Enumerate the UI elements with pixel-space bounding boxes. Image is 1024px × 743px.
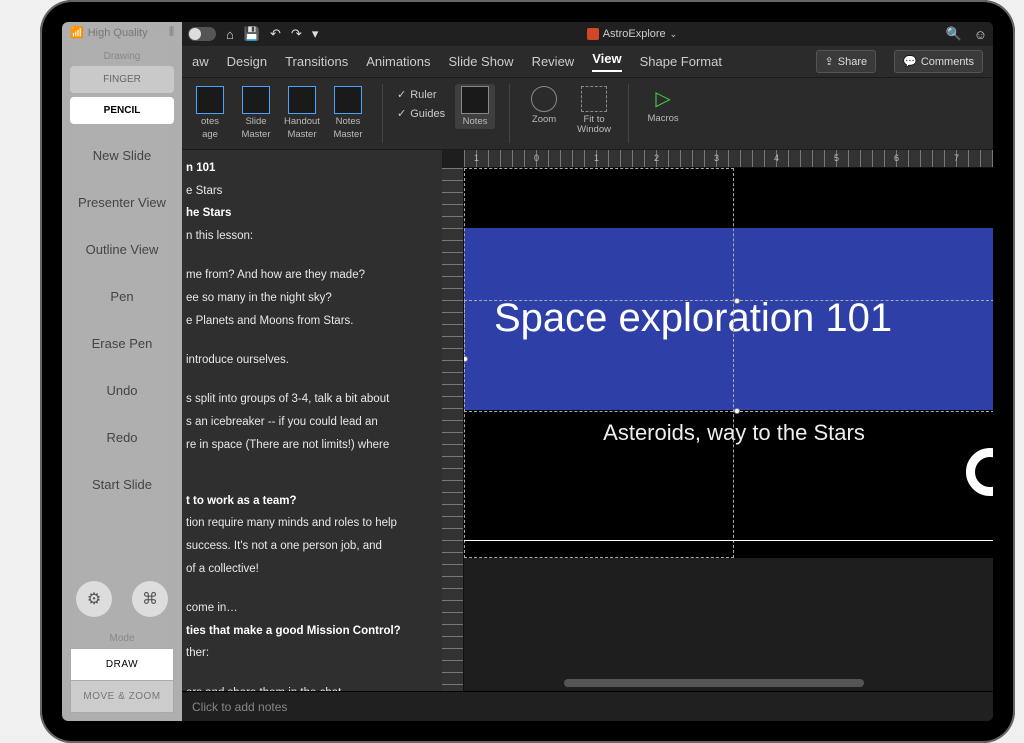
overlay-item-erase-pen[interactable]: Erase Pen (62, 320, 182, 367)
undo-icon[interactable]: ↶ (270, 26, 281, 42)
document-title[interactable]: AstroExplore (603, 28, 666, 40)
slide-master-button[interactable]: SlideMaster (236, 84, 276, 143)
powerpoint-window: ⌂ 💾 ↶ ↷ ▾ AstroExplore ⌄ 🔍 ☺ aw (182, 22, 993, 721)
notes-pane[interactable]: Click to add notes (182, 691, 993, 721)
slide-canvas-area: 1 0 1 2 3 4 5 6 7 Space exp (442, 150, 993, 691)
fit-icon (581, 86, 607, 112)
input-mode-segment: FINGER PENCIL (62, 66, 182, 132)
share-button[interactable]: ⇪Share (816, 50, 877, 73)
notes-toggle-button[interactable]: Notes (455, 84, 495, 129)
outline-pane[interactable]: n 101 e Stars he Stars n this lesson: me… (182, 150, 442, 691)
overlay-item-presenter-view[interactable]: Presenter View (62, 179, 182, 226)
selection-box[interactable] (464, 300, 993, 412)
section-label-mode: Mode (62, 625, 182, 648)
horizontal-guide[interactable] (464, 540, 993, 541)
notes-icon (461, 86, 489, 114)
ipad-screen: 📶 High Quality ⫼ Drawing FINGER PENCIL N… (62, 22, 993, 721)
overlay-item-undo[interactable]: Undo (62, 367, 182, 414)
chevron-down-icon[interactable]: ⌄ (670, 29, 678, 40)
mode-move-zoom-button[interactable]: MOVE & ZOOM (70, 681, 174, 713)
notes-placeholder: Click to add notes (192, 700, 287, 714)
notes-page-button[interactable]: otesage (190, 84, 230, 143)
titlebar: ⌂ 💾 ↶ ↷ ▾ AstroExplore ⌄ 🔍 ☺ (182, 22, 993, 46)
horizontal-scrollbar[interactable] (564, 679, 864, 687)
ipad-frame: 📶 High Quality ⫼ Drawing FINGER PENCIL N… (40, 0, 1015, 743)
pencil-mode-button[interactable]: PENCIL (70, 97, 174, 124)
overlay-item-outline-view[interactable]: Outline View (62, 226, 182, 273)
tab-view[interactable]: View (592, 51, 621, 72)
gear-icon: ⚙ (87, 589, 101, 609)
autosave-toggle[interactable] (188, 27, 216, 41)
tab-transitions[interactable]: Transitions (285, 54, 348, 69)
home-icon[interactable]: ⌂ (226, 27, 234, 42)
horizontal-ruler: 1 0 1 2 3 4 5 6 7 (464, 150, 993, 168)
quality-indicator: 📶 High Quality (70, 26, 148, 39)
ribbon-tabs: aw Design Transitions Animations Slide S… (182, 46, 993, 78)
overlay-item-new-slide[interactable]: New Slide (62, 132, 182, 179)
tab-shape-format[interactable]: Shape Format (640, 54, 722, 69)
settings-button[interactable]: ⚙ (76, 581, 112, 617)
shortcuts-button[interactable]: ⌘ (132, 581, 168, 617)
overlay-item-redo[interactable]: Redo (62, 414, 182, 461)
fit-to-window-button[interactable]: Fit to Window (574, 84, 614, 138)
remote-overlay-panel: 📶 High Quality ⫼ Drawing FINGER PENCIL N… (62, 22, 182, 721)
guides-checkbox[interactable]: ✓ Guides (397, 107, 445, 120)
wifi-icon: 📶 (70, 26, 84, 39)
redo-icon[interactable]: ↷ (291, 26, 302, 42)
ruler-checkbox[interactable]: ✓ Ruler (397, 88, 445, 101)
section-label-drawing: Drawing (62, 43, 182, 66)
notes-master-button[interactable]: NotesMaster (328, 84, 368, 143)
comments-button[interactable]: 💬Comments (894, 50, 983, 73)
tab-design[interactable]: Design (227, 54, 267, 69)
finger-mode-button[interactable]: FINGER (70, 66, 174, 93)
tab-draw[interactable]: aw (192, 54, 209, 69)
search-icon[interactable]: 🔍 (946, 26, 962, 42)
overlay-action-list: New Slide Presenter View Outline View Pe… (62, 132, 182, 573)
tab-review[interactable]: Review (532, 54, 575, 69)
slide[interactable]: Space exploration 101 Asteroids, way to … (464, 168, 993, 558)
save-icon[interactable]: 💾 (244, 26, 260, 42)
zoom-button[interactable]: Zoom (524, 84, 564, 127)
ribbon-view: otesage SlideMaster HandoutMaster NotesM… (182, 78, 993, 150)
vertical-ruler (442, 168, 464, 691)
macros-button[interactable]: ▷Macros (643, 84, 683, 126)
circle-shape[interactable] (966, 448, 993, 496)
macros-icon: ▷ (655, 86, 670, 111)
share-icon: ⇪ (825, 55, 834, 68)
command-icon: ⌘ (142, 589, 158, 609)
tab-animations[interactable]: Animations (366, 54, 430, 69)
powerpoint-file-icon (587, 28, 599, 40)
handout-master-button[interactable]: HandoutMaster (282, 84, 322, 143)
overlay-item-pen[interactable]: Pen (62, 273, 182, 320)
menu-icon[interactable]: ⫼ (169, 26, 174, 39)
overlay-item-start-slide[interactable]: Start Slide (62, 461, 182, 508)
account-icon[interactable]: ☺ (974, 27, 987, 42)
tab-slide-show[interactable]: Slide Show (449, 54, 514, 69)
comment-icon: 💬 (903, 55, 917, 68)
mode-draw-button[interactable]: DRAW (70, 648, 174, 681)
zoom-icon (531, 86, 557, 112)
